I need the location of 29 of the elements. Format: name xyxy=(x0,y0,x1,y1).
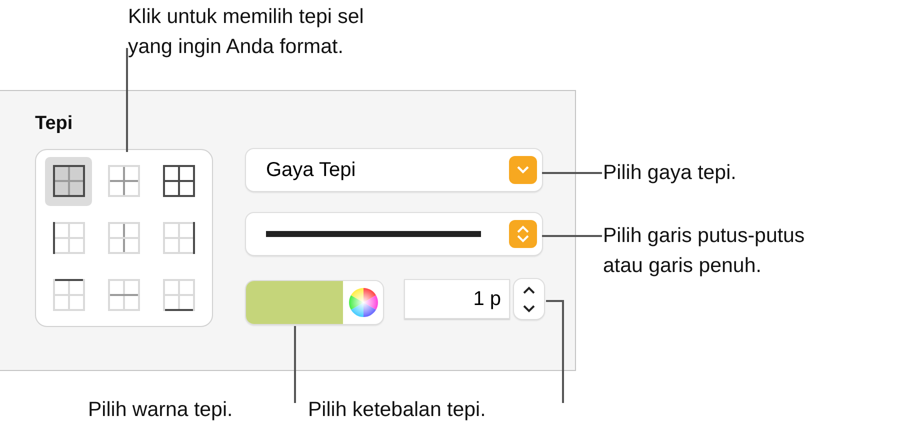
color-well[interactable] xyxy=(246,281,383,324)
leader-line xyxy=(542,172,602,174)
border-button[interactable] xyxy=(45,157,92,206)
border-grid-icon xyxy=(52,278,85,311)
border-grid-icon xyxy=(108,165,140,198)
callout-text: Pilih warna tepi. xyxy=(88,397,233,423)
thickness-stepper[interactable] xyxy=(514,279,544,319)
border-grid-icon xyxy=(163,222,196,254)
color-wheel-icon xyxy=(348,287,378,318)
panel-title: Tepi xyxy=(35,113,74,135)
border-grid-icon xyxy=(163,278,196,311)
border-grid-icon xyxy=(52,222,85,254)
chevron-down-icon xyxy=(522,304,536,312)
chevron-up-down-icon xyxy=(509,220,537,248)
thickness-field[interactable]: 1 p xyxy=(404,279,510,319)
callout-text: Pilih gaya tepi. xyxy=(603,160,736,186)
callout-text: Pilih ketebalan tepi. xyxy=(308,397,486,423)
border-grid-icon xyxy=(108,222,140,254)
border-grid-icon xyxy=(163,165,196,198)
leader-line xyxy=(542,235,602,237)
chevron-down-icon xyxy=(509,156,537,184)
border-grid-icon xyxy=(108,278,140,311)
line-style-dropdown[interactable] xyxy=(246,213,542,255)
chevron-up-icon xyxy=(522,286,536,294)
border-style-dropdown[interactable]: Gaya Tepi xyxy=(246,149,542,191)
callout-text: Pilih garis putus-putus atau garis penuh. xyxy=(603,223,805,279)
line-style-icon xyxy=(266,230,481,238)
callout-text: Klik untuk memilih tepi sel yang ingin Anda format. xyxy=(128,4,364,60)
border-grid-icon xyxy=(52,165,85,198)
